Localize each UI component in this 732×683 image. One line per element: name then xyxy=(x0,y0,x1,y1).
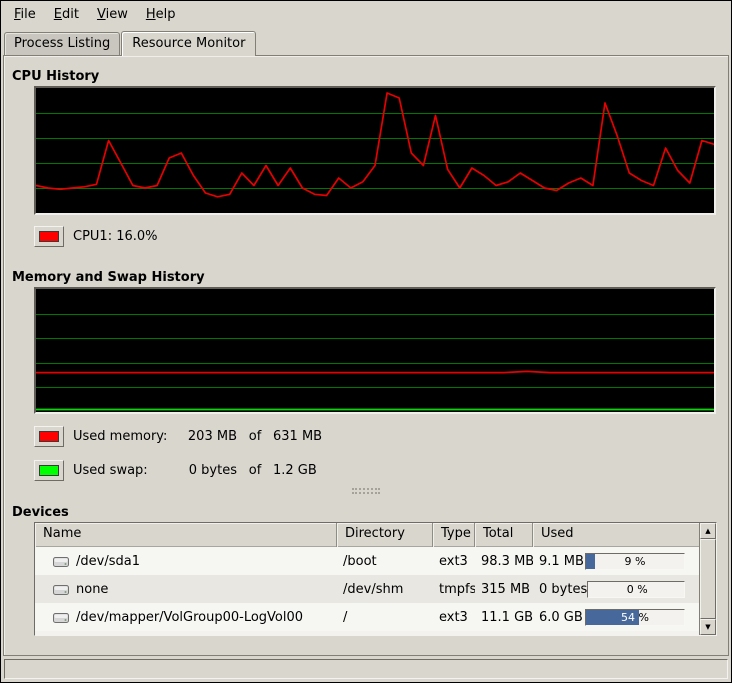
drive-icon xyxy=(53,611,69,624)
cpu-color-swatch-button[interactable] xyxy=(34,226,64,247)
cpu-legend-label: CPU1: 16.0% xyxy=(73,229,158,244)
used-swap-total: 1.2 GB xyxy=(273,463,317,478)
memory-history-chart xyxy=(34,287,716,414)
column-header-name[interactable]: Name xyxy=(35,523,337,547)
usage-progress-fill: 9 % xyxy=(586,554,595,569)
device-used: 0 bytes xyxy=(539,582,587,597)
memory-color-swatch-button[interactable] xyxy=(34,426,64,447)
used-memory-value: 203 MB xyxy=(179,429,237,444)
cpu-history-chart xyxy=(34,86,716,215)
drive-icon xyxy=(53,583,69,596)
used-memory-legend: Used memory: 203 MB of 631 MB xyxy=(34,425,728,447)
scroll-up-arrow[interactable]: ▲ xyxy=(700,523,716,539)
swap-color-swatch-button[interactable] xyxy=(34,460,64,481)
tab-strip: Process Listing Resource Monitor xyxy=(1,27,731,55)
drive-icon xyxy=(53,555,69,568)
used-swap-of: of xyxy=(237,463,273,478)
devices-table-header: Name Directory Type Total Used xyxy=(35,523,699,547)
cpu-color-swatch xyxy=(39,231,59,242)
devices-table: Name Directory Type Total Used /dev/sda1 xyxy=(34,522,717,636)
device-directory: /boot xyxy=(337,554,433,569)
status-bar xyxy=(4,659,728,679)
usage-progress-bar: 0 % 0 % xyxy=(587,581,685,598)
device-total: 98.3 MB xyxy=(475,554,533,569)
cpu-history-title: CPU History xyxy=(12,69,728,84)
column-header-used[interactable]: Used xyxy=(533,523,699,547)
device-directory: / xyxy=(337,610,433,625)
cpu-history-plot xyxy=(36,88,714,213)
usage-percent-label: 0 % xyxy=(588,582,686,597)
memory-color-swatch xyxy=(39,431,59,442)
devices-table-main: Name Directory Type Total Used /dev/sda1 xyxy=(35,523,699,635)
menubar: File Edit View Help xyxy=(1,1,731,27)
scroll-down-arrow[interactable]: ▼ xyxy=(700,619,716,635)
device-total: 315 MB xyxy=(475,582,533,597)
device-name: /dev/mapper/VolGroup00-LogVol00 xyxy=(76,610,303,625)
used-memory-of: of xyxy=(237,429,273,444)
device-type: ext3 xyxy=(433,610,475,625)
device-used: 9.1 MB xyxy=(539,554,584,569)
device-type: tmpfs xyxy=(433,582,475,597)
usage-progress-fill: 54 % xyxy=(586,610,639,625)
used-memory-total: 631 MB xyxy=(273,429,322,444)
scrollbar-thumb[interactable] xyxy=(700,539,716,619)
used-memory-label: Used memory: xyxy=(73,429,179,444)
pane-resize-handle[interactable] xyxy=(4,486,728,495)
menu-edit[interactable]: Edit xyxy=(45,4,88,25)
column-header-type[interactable]: Type xyxy=(433,523,475,547)
usage-percent-label: 9 % xyxy=(586,554,684,569)
device-name: none xyxy=(76,582,108,597)
vertical-scrollbar: ▲ ▼ xyxy=(699,523,716,635)
system-monitor-window: File Edit View Help Process Listing Reso… xyxy=(0,0,732,683)
device-name: /dev/sda1 xyxy=(76,554,140,569)
device-total: 11.1 GB xyxy=(475,610,533,625)
resource-monitor-panel: CPU History CPU1: 16.0% Memory and Swap … xyxy=(3,55,729,656)
table-row[interactable]: /dev/sda1 /boot ext3 98.3 MB 9.1 MB 9 % … xyxy=(35,547,699,575)
device-type: ext3 xyxy=(433,554,475,569)
memory-history-plot xyxy=(36,289,714,412)
usage-progress-bar: 54 % 54 % xyxy=(585,609,685,626)
used-swap-value: 0 bytes xyxy=(179,463,237,478)
devices-title: Devices xyxy=(12,505,728,520)
used-swap-label: Used swap: xyxy=(73,463,179,478)
usage-progress-bar: 9 % 9 % xyxy=(585,553,685,570)
column-header-directory[interactable]: Directory xyxy=(337,523,433,547)
menu-help[interactable]: Help xyxy=(137,4,185,25)
table-row[interactable]: none /dev/shm tmpfs 315 MB 0 bytes 0 % 0… xyxy=(35,575,699,603)
tab-process-listing[interactable]: Process Listing xyxy=(4,32,120,55)
menu-file[interactable]: File xyxy=(5,4,45,25)
device-used: 6.0 GB xyxy=(539,610,583,625)
column-header-total[interactable]: Total xyxy=(475,523,533,547)
cpu-legend: CPU1: 16.0% xyxy=(34,225,728,247)
tab-resource-monitor[interactable]: Resource Monitor xyxy=(121,31,256,56)
menu-view[interactable]: View xyxy=(88,4,137,25)
used-swap-legend: Used swap: 0 bytes of 1.2 GB xyxy=(34,459,728,481)
table-row[interactable]: /dev/mapper/VolGroup00-LogVol00 / ext3 1… xyxy=(35,603,699,631)
memory-history-title: Memory and Swap History xyxy=(12,270,728,285)
device-directory: /dev/shm xyxy=(337,582,433,597)
swap-color-swatch xyxy=(39,465,59,476)
